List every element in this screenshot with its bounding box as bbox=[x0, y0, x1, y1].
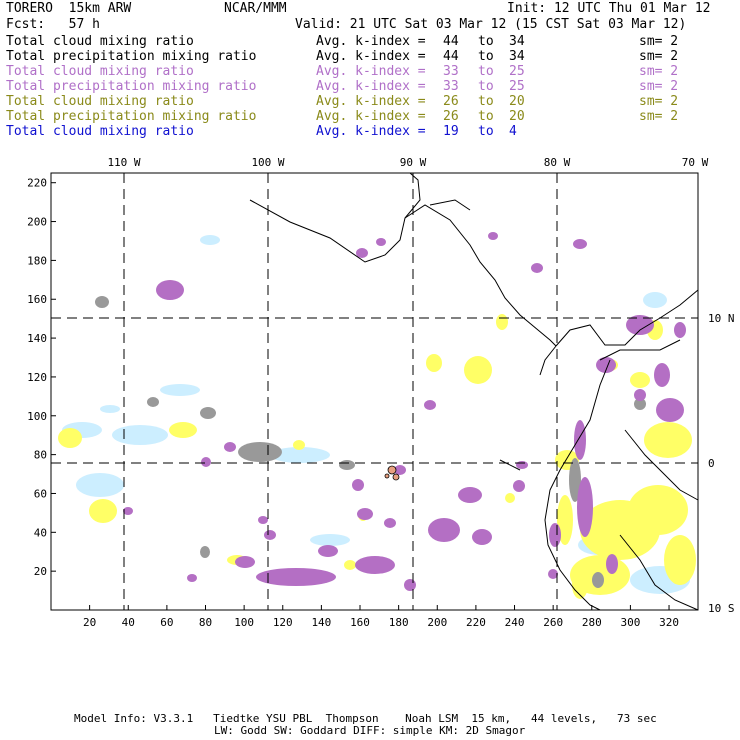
x-tick-label: 140 bbox=[311, 616, 331, 629]
longitude-label: 90 W bbox=[400, 156, 427, 169]
model-info-line2: LW: Godd SW: Goddard DIFF: simple KM: 2D… bbox=[214, 724, 526, 737]
x-tick-label: 20 bbox=[83, 616, 96, 629]
y-tick-label: 100 bbox=[27, 410, 47, 423]
x-tick-label: 240 bbox=[505, 616, 525, 629]
x-tick-label: 40 bbox=[122, 616, 135, 629]
y-tick-label: 20 bbox=[34, 565, 47, 578]
y-tick-label: 140 bbox=[27, 332, 47, 345]
x-tick-label: 160 bbox=[350, 616, 370, 629]
x-tick-label: 320 bbox=[659, 616, 679, 629]
forecast-map: 220 200 180 160 140 120 100 80 60 40 20 20 40 60 80 100… bbox=[27, 156, 735, 629]
x-tick-label: 220 bbox=[466, 616, 486, 629]
y-tick-label: 160 bbox=[27, 293, 47, 306]
y-tick-label: 60 bbox=[34, 487, 47, 500]
x-tick-label: 100 bbox=[234, 616, 254, 629]
longitude-label: 70 W bbox=[682, 156, 709, 169]
latitude-label: 10 S bbox=[708, 602, 735, 615]
longitude-label: 100 W bbox=[251, 156, 284, 169]
x-tick-label: 260 bbox=[543, 616, 563, 629]
x-tick-label: 280 bbox=[582, 616, 602, 629]
longitude-label: 80 W bbox=[544, 156, 571, 169]
y-tick-label: 120 bbox=[27, 371, 47, 384]
latitude-label: 0 bbox=[708, 457, 715, 470]
y-tick-label: 220 bbox=[27, 177, 47, 190]
y-tick-label: 80 bbox=[34, 449, 47, 462]
x-tick-label: 300 bbox=[620, 616, 640, 629]
y-tick-label: 200 bbox=[27, 216, 47, 229]
x-tick-label: 80 bbox=[199, 616, 212, 629]
y-tick-label: 40 bbox=[34, 526, 47, 539]
x-tick-label: 120 bbox=[273, 616, 293, 629]
x-tick-label: 200 bbox=[427, 616, 447, 629]
y-tick-label: 180 bbox=[27, 254, 47, 267]
x-tick-label: 180 bbox=[389, 616, 409, 629]
x-tick-label: 60 bbox=[160, 616, 173, 629]
longitude-label: 110 W bbox=[107, 156, 140, 169]
latitude-label: 10 N bbox=[708, 312, 735, 325]
